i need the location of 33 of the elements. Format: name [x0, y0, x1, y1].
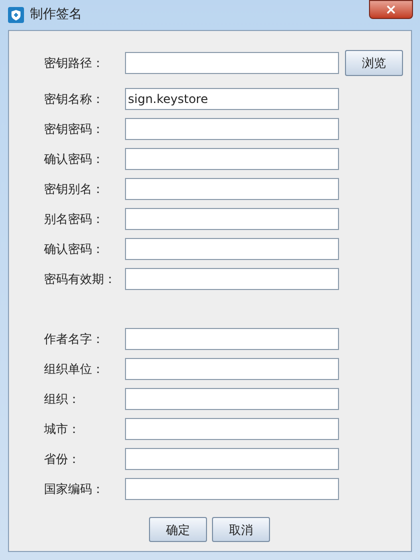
input-field[interactable]	[125, 358, 339, 380]
field-label: 组织单位：	[44, 361, 105, 378]
field-label: 确认密码：	[44, 241, 105, 258]
cancel-button[interactable]: 取消	[212, 517, 270, 542]
input-field[interactable]	[125, 388, 339, 410]
field-label: 密码有效期：	[44, 271, 117, 288]
shield-icon	[8, 7, 24, 23]
field-label: 作者名字：	[44, 331, 105, 348]
window-title: 制作签名	[30, 6, 82, 24]
field-label: 别名密码：	[44, 211, 105, 228]
input-field[interactable]	[125, 418, 339, 440]
browse-button[interactable]: 浏览	[345, 50, 403, 76]
field-label: 组织：	[44, 391, 81, 408]
input-field[interactable]	[125, 268, 339, 290]
input-field[interactable]	[125, 238, 339, 260]
field-label: 密钥别名：	[44, 181, 105, 198]
input-field[interactable]	[125, 148, 339, 170]
field-label: 国家编码：	[44, 481, 105, 498]
input-field[interactable]	[125, 208, 339, 230]
input-field[interactable]	[125, 118, 339, 140]
field-label: 密钥密码：	[44, 121, 105, 138]
input-field[interactable]	[125, 52, 339, 74]
field-label: 密钥名称：	[44, 91, 105, 108]
field-label: 省份：	[44, 451, 81, 468]
input-field[interactable]	[125, 448, 339, 470]
ok-button[interactable]: 确定	[149, 517, 207, 542]
input-field[interactable]: sign.keystore	[125, 88, 339, 110]
input-field[interactable]	[125, 478, 339, 500]
field-label: 密钥路径：	[44, 55, 105, 72]
input-field[interactable]	[125, 328, 339, 350]
field-label: 确认密码：	[44, 151, 105, 168]
input-field[interactable]	[125, 178, 339, 200]
field-label: 城市：	[44, 421, 81, 438]
